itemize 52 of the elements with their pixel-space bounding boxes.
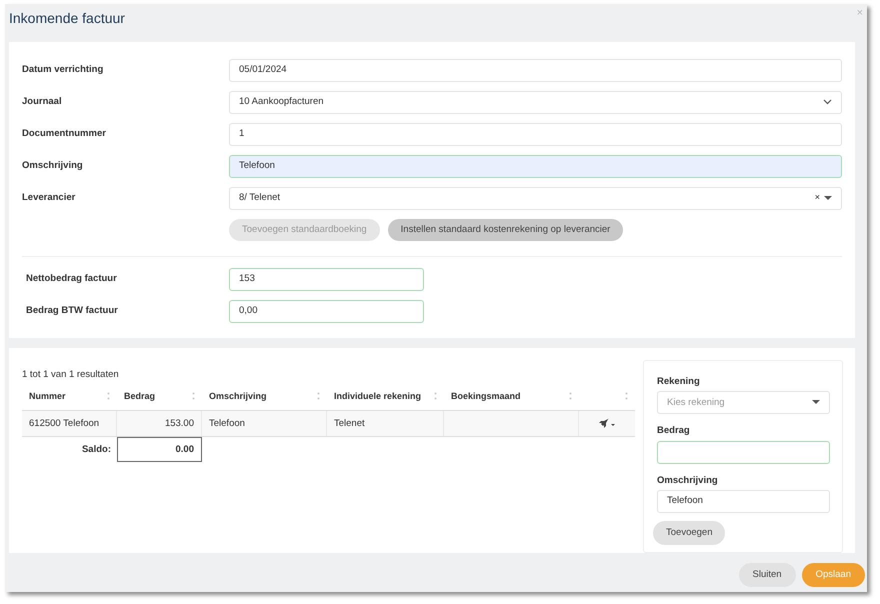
table-cell: Telenet [327, 411, 444, 436]
field-label: Bedrag [657, 424, 691, 438]
field-label: Nettobedrag factuur [26, 272, 118, 286]
saldo-label: Saldo: [80, 443, 112, 458]
sort-icon[interactable] [192, 392, 195, 400]
action-button[interactable]: Instellen standaard kostenrekening op leverancier [388, 218, 624, 242]
table-cell: 153.00 [117, 411, 202, 436]
field-value: 10 Aankoopfacturen [239, 94, 325, 109]
caret-icon[interactable] [812, 400, 820, 406]
field-value: Telefoon [239, 158, 276, 173]
result-count: 1 tot 1 van 1 resultaten [22, 368, 120, 382]
footer-button[interactable]: Sluiten [738, 563, 796, 588]
input-field[interactable]: Telefoon [657, 490, 830, 513]
column-header[interactable]: Individuele rekening [327, 382, 444, 410]
rocket-icon[interactable] [598, 418, 616, 430]
field-value: 05/01/2024 [239, 62, 288, 77]
field-value: 8/ Telenet [239, 190, 282, 205]
field-label: Omschrijving [22, 158, 84, 173]
select-field[interactable]: 10 Aankoopfacturen [229, 90, 842, 114]
input-field[interactable]: Telefoon [229, 154, 842, 178]
column-header[interactable]: Boekingsmaand [444, 382, 579, 410]
column-header[interactable]: Bedrag [117, 382, 202, 410]
chevron-down-icon[interactable] [823, 99, 832, 105]
table-cell: Telefoon [202, 411, 327, 436]
saldo-field: 0.00 [117, 437, 202, 462]
field-label: Bedrag BTW factuur [26, 304, 119, 318]
field-label: Leverancier [22, 190, 76, 205]
input-field[interactable]: 0,00 [229, 300, 424, 322]
field-label: Journaal [22, 94, 63, 109]
input-field[interactable]: 1 [229, 122, 842, 146]
sort-icon[interactable] [317, 392, 320, 400]
add-button[interactable]: Toevoegen [653, 520, 726, 545]
field-label: Omschrijving [657, 474, 719, 488]
clear-button[interactable]: × [814, 191, 820, 205]
input-field[interactable]: 153 [229, 268, 424, 290]
window-title: Inkomende factuur [9, 10, 125, 27]
field-value: 1 [239, 126, 246, 141]
sort-icon[interactable] [625, 392, 628, 400]
field-label: Datum verrichting [22, 62, 104, 77]
field-label: Rekening [657, 375, 701, 389]
field-label: Documentnummer [22, 126, 107, 141]
table-cell: 612500 Telefoon [22, 411, 117, 436]
column-header[interactable]: Nummer [22, 382, 117, 410]
sort-icon[interactable] [434, 392, 437, 400]
sort-icon[interactable] [569, 392, 572, 400]
input-field[interactable] [657, 440, 830, 464]
caret-icon[interactable] [824, 196, 832, 200]
column-header[interactable]: Omschrijving [202, 382, 327, 410]
sort-icon[interactable] [107, 392, 110, 400]
combo-field[interactable]: 8/ Telenet × [229, 186, 842, 210]
placeholder-text: Kies rekening [667, 396, 726, 410]
input-field[interactable]: 05/01/2024 [229, 58, 842, 82]
